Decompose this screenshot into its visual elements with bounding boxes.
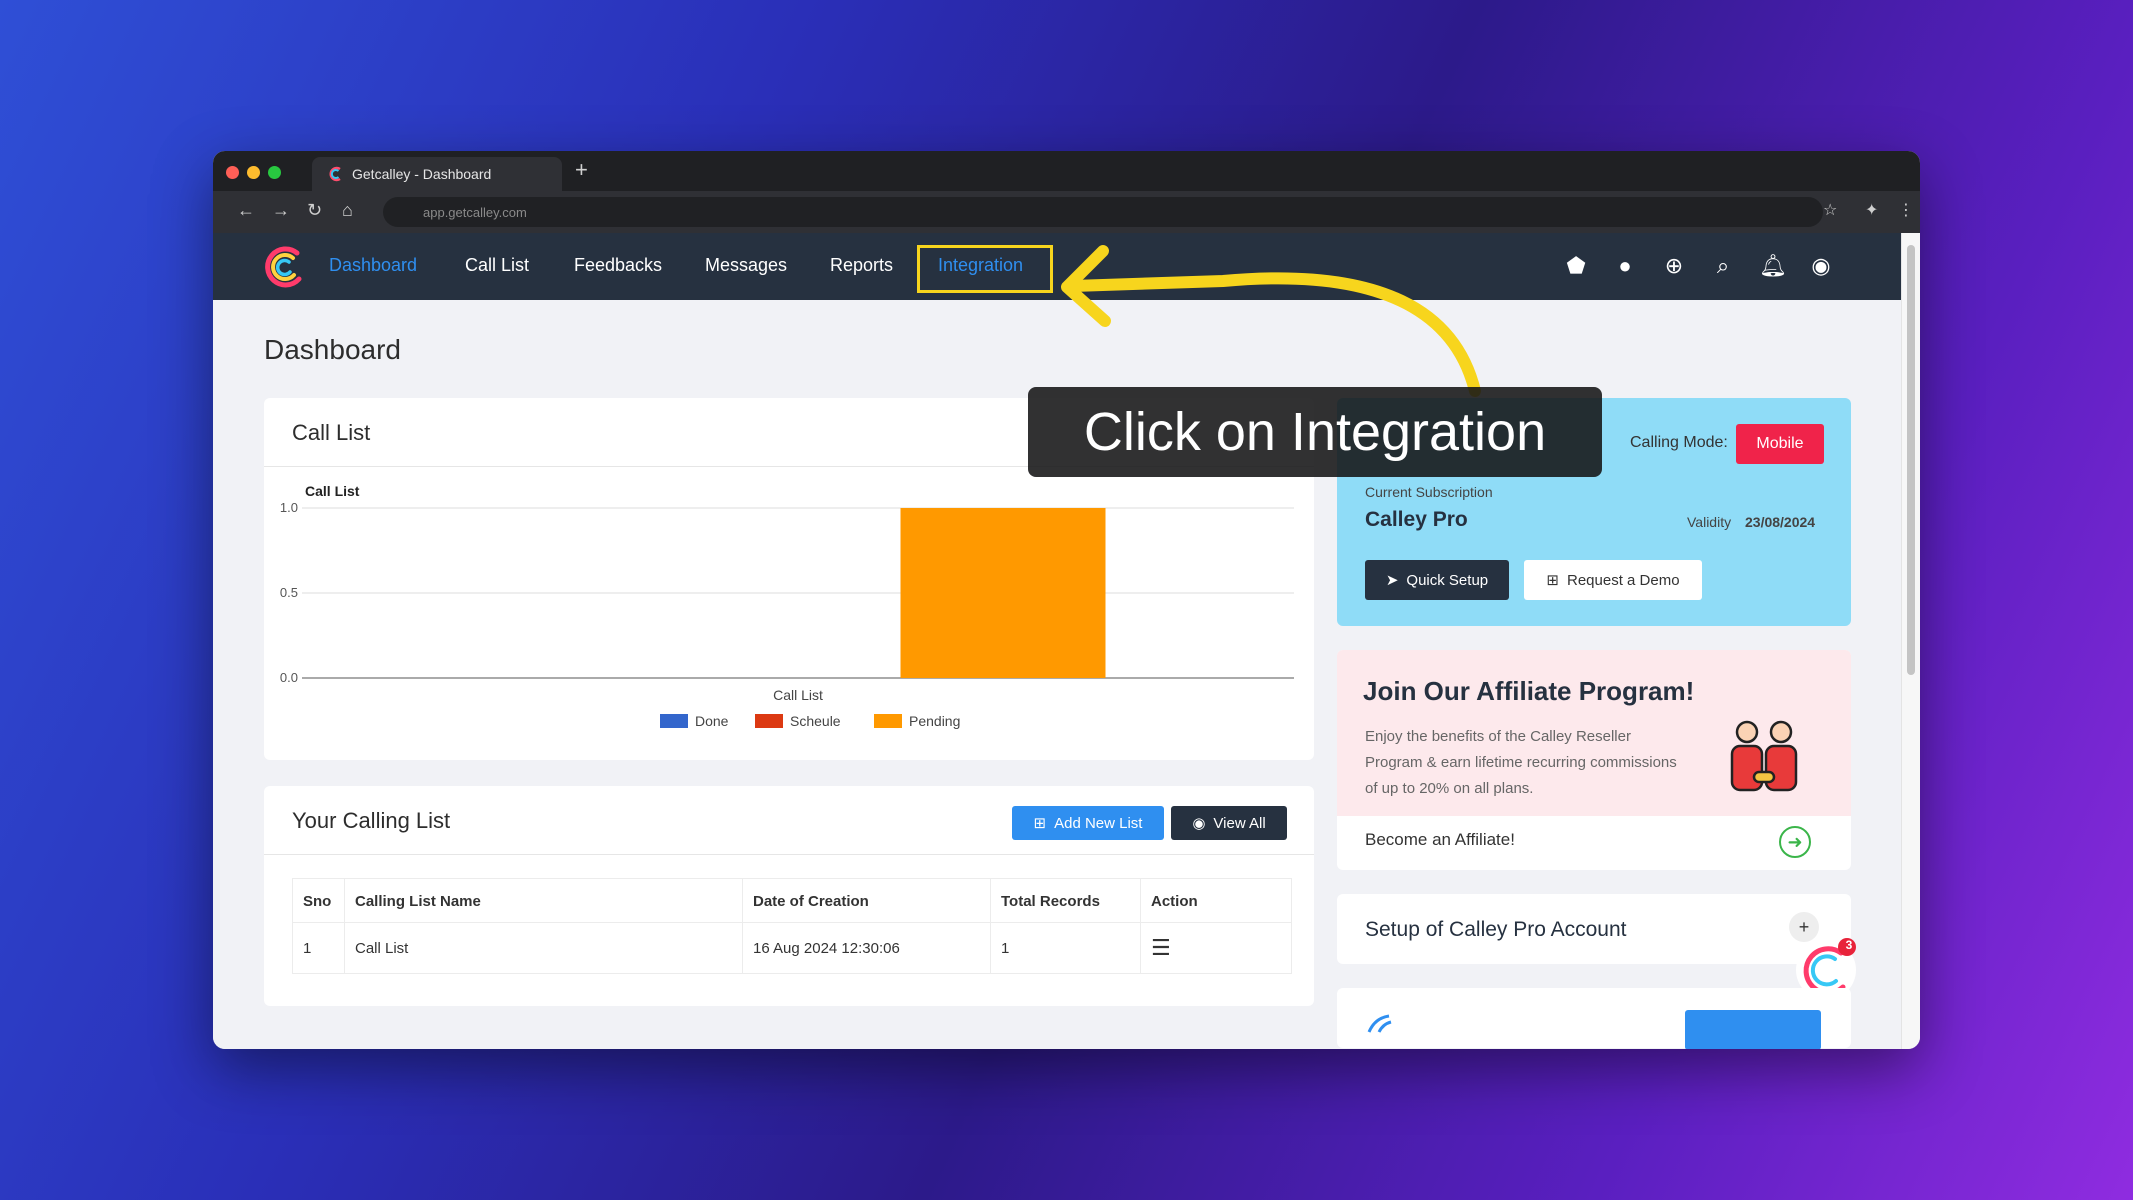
close-window-button[interactable] bbox=[226, 166, 239, 179]
affiliate-people-icon bbox=[1730, 720, 1798, 792]
legend-label: Pending bbox=[909, 713, 960, 729]
view-all-button[interactable]: ◉ View All bbox=[1171, 806, 1287, 840]
instruction-callout: Click on Integration bbox=[1028, 387, 1602, 477]
page-title: Dashboard bbox=[264, 334, 401, 365]
new-tab-button[interactable]: + bbox=[575, 157, 588, 183]
add-new-list-label: Add New List bbox=[1054, 814, 1143, 832]
table-row[interactable]: 1 Call List 16 Aug 2024 12:30:06 1 ☰ bbox=[292, 922, 1292, 974]
quick-setup-label: Quick Setup bbox=[1406, 571, 1489, 589]
column-header-date: Date of Creation bbox=[742, 878, 991, 923]
column-header-sno: Sno bbox=[292, 878, 345, 923]
nav-feedbacks[interactable]: Feedbacks bbox=[574, 255, 662, 276]
search-icon[interactable]: ⌕ bbox=[1710, 253, 1736, 279]
arrow-right-icon[interactable]: ➜ bbox=[1779, 826, 1811, 858]
request-demo-label: Request a Demo bbox=[1567, 571, 1680, 589]
list-action-icon[interactable]: ☰ bbox=[1151, 935, 1171, 960]
extensions-icon[interactable]: ✦ bbox=[1865, 200, 1878, 220]
view-all-label: View All bbox=[1213, 814, 1266, 832]
support-icon[interactable]: ⊕ bbox=[1661, 253, 1687, 279]
legend-label: Scheule bbox=[790, 713, 841, 729]
column-header-records: Total Records bbox=[990, 878, 1141, 923]
calley-logo-icon[interactable] bbox=[261, 245, 305, 289]
affiliate-title: Join Our Affiliate Program! bbox=[1363, 676, 1695, 706]
affiliate-body: Enjoy the benefits of the Calley Reselle… bbox=[1365, 728, 1677, 797]
home-icon[interactable]: ⌂ bbox=[342, 200, 353, 221]
cell-action: ☰ bbox=[1140, 922, 1292, 974]
calling-mode-label: Calling Mode: bbox=[1630, 434, 1728, 451]
validity-label: Validity bbox=[1687, 514, 1732, 530]
maximize-window-button[interactable] bbox=[268, 166, 281, 179]
wifi-icon bbox=[1367, 1014, 1392, 1033]
page-scrollbar[interactable] bbox=[1901, 233, 1920, 1049]
nav-reports[interactable]: Reports bbox=[830, 255, 893, 276]
column-header-name: Calling List Name bbox=[344, 878, 743, 923]
table-header-row: Sno Calling List Name Date of Creation T… bbox=[292, 878, 1292, 923]
plan-name: Calley Pro bbox=[1365, 508, 1468, 531]
tab-title: Getcalley - Dashboard bbox=[352, 166, 492, 182]
legend-swatch bbox=[755, 714, 783, 728]
setup-title: Setup of Calley Pro Account bbox=[1365, 918, 1627, 941]
nav-call-list[interactable]: Call List bbox=[465, 255, 529, 276]
reload-icon[interactable]: ↻ bbox=[307, 200, 322, 221]
url-text: app.getcalley.com bbox=[423, 204, 527, 220]
add-new-list-button[interactable]: ⊞ Add New List bbox=[1012, 806, 1164, 840]
nav-messages[interactable]: Messages bbox=[705, 255, 787, 276]
quick-setup-button[interactable]: ➤ Quick Setup bbox=[1365, 560, 1509, 600]
column-header-action: Action bbox=[1140, 878, 1292, 923]
forward-arrow-icon[interactable]: → bbox=[272, 200, 290, 221]
calling-list-table: Sno Calling List Name Date of Creation T… bbox=[292, 878, 1292, 974]
affiliate-card: Join Our Affiliate Program! Enjoy the be… bbox=[1337, 650, 1851, 870]
y-tick-label: 0.5 bbox=[280, 585, 298, 600]
calley-favicon-icon bbox=[329, 166, 341, 182]
bookmark-star-icon[interactable]: ☆ bbox=[1823, 200, 1837, 220]
partial-action-button[interactable] bbox=[1685, 1010, 1821, 1049]
legend-swatch bbox=[660, 714, 688, 728]
minimize-window-button[interactable] bbox=[247, 166, 260, 179]
browser-tab[interactable]: Getcalley - Dashboard bbox=[312, 157, 562, 191]
y-tick-label: 0.0 bbox=[280, 670, 298, 685]
bell-icon[interactable]: 🔔︎ bbox=[1759, 253, 1787, 279]
browser-window: Getcalley - Dashboard + ← → ↻ ⌂ app.getc… bbox=[213, 151, 1920, 1049]
chart-title: Call List bbox=[305, 483, 360, 499]
card-divider bbox=[264, 854, 1314, 855]
browser-menu-icon[interactable]: ⋮ bbox=[1898, 200, 1914, 220]
calling-list-title: Your Calling List bbox=[292, 808, 451, 833]
plus-square-icon: ⊞ bbox=[1033, 815, 1047, 832]
nav-dashboard[interactable]: Dashboard bbox=[329, 255, 417, 276]
setup-card: Setup of Calley Pro Account + bbox=[1337, 894, 1851, 964]
android-icon[interactable]: ⬟ bbox=[1563, 253, 1589, 279]
cell-date: 16 Aug 2024 12:30:06 bbox=[742, 922, 991, 974]
become-affiliate-link[interactable]: Become an Affiliate! bbox=[1365, 830, 1515, 850]
user-icon[interactable]: ◉ bbox=[1808, 253, 1834, 279]
cell-records: 1 bbox=[990, 922, 1141, 974]
x-category-label: Call List bbox=[773, 687, 823, 703]
partial-card bbox=[1337, 988, 1851, 1049]
browser-tabbar: Getcalley - Dashboard + bbox=[213, 151, 1920, 191]
cell-name: Call List bbox=[344, 922, 743, 974]
notification-badge: 3 bbox=[1845, 938, 1853, 952]
calling-mode-mobile-button[interactable]: Mobile bbox=[1736, 424, 1824, 464]
current-subscription-label: Current Subscription bbox=[1365, 484, 1493, 500]
navigation-arrow-icon: ➤ bbox=[1385, 572, 1399, 589]
calling-list-card: Your Calling List ⊞ Add New List ◉ View … bbox=[264, 786, 1314, 1006]
scrollbar-thumb[interactable] bbox=[1907, 245, 1915, 675]
apple-icon[interactable]: ● bbox=[1612, 253, 1638, 279]
legend-label: Done bbox=[695, 713, 729, 729]
back-arrow-icon[interactable]: ← bbox=[237, 200, 255, 221]
y-tick-label: 1.0 bbox=[280, 500, 298, 515]
nav-integration[interactable]: Integration bbox=[938, 255, 1023, 276]
eye-icon: ◉ bbox=[1192, 815, 1206, 832]
cell-sno: 1 bbox=[292, 922, 345, 974]
request-demo-button[interactable]: ⊞ Request a Demo bbox=[1524, 560, 1702, 600]
plus-square-icon: ⊞ bbox=[1546, 572, 1559, 589]
bar-pending bbox=[900, 508, 1106, 678]
validity-date: 23/08/2024 bbox=[1745, 514, 1816, 530]
legend-swatch bbox=[874, 714, 902, 728]
